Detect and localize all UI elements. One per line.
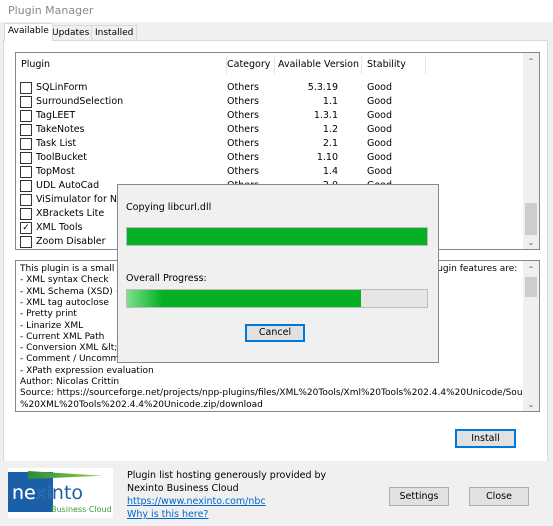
description-line: Source: https://sourceforge.net/projects… — [20, 388, 537, 399]
install-button[interactable]: Install — [455, 429, 516, 448]
file-progress-bar — [126, 227, 428, 246]
table-row[interactable]: SurroundSelection Others 1.1 Good — [16, 95, 516, 109]
table-row[interactable]: SQLinForm Others 5.3.19 Good — [16, 81, 516, 95]
plugin-stability: Good — [367, 138, 393, 149]
plugin-name: XBrackets Lite — [36, 208, 105, 219]
overall-progress-bar — [126, 289, 428, 308]
description-line: - XPath expression evaluation — [20, 365, 154, 376]
checkbox[interactable] — [20, 180, 32, 192]
scroll-down-icon[interactable]: ⌄ — [523, 400, 539, 409]
plugin-stability: Good — [367, 152, 393, 163]
checkbox[interactable] — [20, 110, 32, 122]
plugin-name: TagLEET — [36, 110, 76, 121]
table-row[interactable]: Task List Others 2.1 Good — [16, 137, 516, 151]
plugin-name: TopMost — [36, 166, 75, 177]
list-scrollbar[interactable]: ⌃ ⌄ — [523, 53, 539, 249]
scroll-up-icon[interactable]: ⌃ — [523, 265, 539, 274]
checkbox[interactable] — [20, 96, 32, 108]
plugin-stability: Good — [367, 82, 393, 93]
scroll-thumb[interactable] — [525, 277, 537, 297]
plugin-category: Others — [227, 96, 259, 107]
checkbox[interactable] — [20, 194, 32, 206]
description-line: - XML syntax Check — [20, 275, 109, 286]
plugin-stability: Good — [367, 96, 393, 107]
checkbox[interactable] — [20, 138, 32, 150]
nexinto-logo: nexinto Business Cloud — [8, 468, 113, 518]
scroll-down-icon[interactable]: ⌄ — [523, 238, 539, 247]
overall-progress-label: Overall Progress: — [126, 273, 207, 284]
plugin-name: Zoom Disabler — [36, 236, 106, 247]
plugin-version: 1.3.1 — [313, 110, 338, 121]
plugin-name: ToolBucket — [36, 152, 87, 163]
copying-label: Copying libcurl.dll — [126, 202, 212, 213]
table-row[interactable]: TopMost Others 1.4 Good — [16, 165, 516, 179]
close-button[interactable]: Close — [469, 487, 529, 506]
plugin-version: 1.2 — [322, 124, 338, 135]
table-row[interactable]: TakeNotes Others 1.2 Good — [16, 123, 516, 137]
table-row[interactable]: TagLEET Others 1.3.1 Good — [16, 109, 516, 123]
plugin-category: Others — [227, 138, 259, 149]
hosting-text: Plugin list hosting generously provided … — [127, 470, 327, 481]
column-header-plugin[interactable]: Plugin — [16, 56, 227, 74]
column-header-category[interactable]: Category — [222, 56, 275, 74]
plugin-stability: Good — [367, 110, 393, 121]
plugin-category: Others — [227, 124, 259, 135]
plugin-version: 1.1 — [322, 96, 338, 107]
description-line: - XML tag autoclose — [20, 297, 109, 308]
column-header-stability[interactable]: Stability — [362, 56, 426, 74]
plugin-category: Others — [227, 152, 259, 163]
plugin-version: 5.3.19 — [307, 82, 338, 93]
scroll-thumb[interactable] — [525, 203, 537, 235]
checkbox[interactable]: ✓ — [20, 222, 32, 234]
checkbox[interactable] — [20, 236, 32, 248]
plugin-name: Task List — [36, 138, 77, 149]
plugin-category: Others — [227, 82, 259, 93]
description-line: %20XML%20Tools%202.4.4%20Unicode.zip/dow… — [20, 399, 263, 410]
plugin-version: 1.10 — [316, 152, 338, 163]
plugin-name: XML Tools — [36, 222, 83, 233]
plugin-name: TakeNotes — [36, 124, 85, 135]
progress-dialog: Copying libcurl.dll Overall Progress: Ca… — [117, 184, 439, 363]
plugin-category: Others — [227, 110, 259, 121]
plugin-name: UDL AutoCad — [36, 180, 100, 191]
checkbox[interactable] — [20, 152, 32, 164]
footer: nexinto Business Cloud Plugin list hosti… — [0, 461, 553, 526]
settings-button[interactable]: Settings — [389, 487, 449, 506]
checkbox[interactable] — [20, 124, 32, 136]
description-scrollbar[interactable]: ⌃ ⌄ — [523, 261, 539, 411]
plugin-category: Others — [227, 166, 259, 177]
description-line: Author: Nicolas Crittin — [20, 377, 120, 387]
column-header-version[interactable]: Available Version — [275, 56, 362, 74]
plugin-stability: Good — [367, 124, 393, 135]
description-line: - Current XML Path — [20, 331, 105, 342]
scroll-up-icon[interactable]: ⌃ — [523, 57, 539, 66]
cancel-button[interactable]: Cancel — [245, 324, 305, 342]
plugin-stability: Good — [367, 166, 393, 177]
title-bar: Plugin Manager — [0, 0, 553, 22]
description-line: - Pretty print — [20, 309, 77, 320]
checkbox[interactable] — [20, 82, 32, 94]
plugin-version: 2.1 — [322, 138, 338, 149]
window-title: Plugin Manager — [8, 4, 94, 17]
plugin-name: SQLinForm — [36, 82, 88, 93]
plugin-name: SurroundSelection — [36, 96, 124, 107]
nexinto-link[interactable]: https://www.nexinto.com/nbc — [127, 496, 266, 507]
checkbox[interactable] — [20, 208, 32, 220]
why-link[interactable]: Why is this here? — [127, 509, 208, 520]
checkbox[interactable] — [20, 166, 32, 178]
description-line: - Linarize XML — [20, 320, 84, 331]
tab-available[interactable]: Available — [4, 23, 53, 41]
description-fragment: plugin features are: — [429, 264, 518, 274]
plugin-version: 1.4 — [322, 166, 338, 177]
hosting-company: Nexinto Business Cloud — [127, 483, 239, 494]
table-row[interactable]: ToolBucket Others 1.10 Good — [16, 151, 516, 165]
